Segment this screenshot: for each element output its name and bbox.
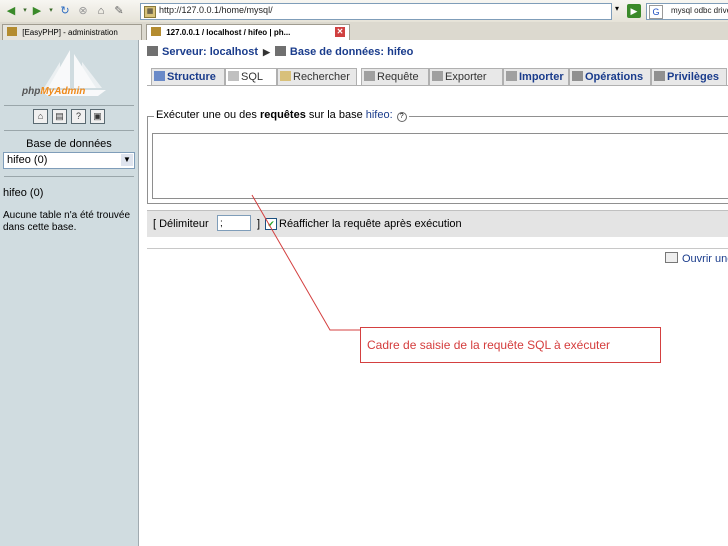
delimiter-label: [ Délimiteur — [153, 218, 209, 230]
breadcrumb-database[interactable]: Base de données: hifeo — [290, 46, 413, 58]
delimiter-close-bracket: ] — [257, 218, 261, 230]
tab-label: Requête — [377, 71, 419, 83]
annotation-callout: Cadre de saisie de la requête SQL à exéc… — [360, 327, 661, 363]
privileges-icon — [654, 71, 665, 81]
address-url: http://127.0.0.1/home/mysql/ — [159, 5, 273, 15]
browser-toolbar: ◀ ▾ ▶ ▾ ↻ ⊗ ⌂ ✎ ▦ http://127.0.0.1/home/… — [0, 0, 728, 23]
tab-label: Importer — [519, 71, 564, 83]
content-frame: Serveur: localhost ▶ Base de données: hife… — [139, 40, 728, 546]
forward-dropdown-icon[interactable]: ▾ — [44, 4, 58, 18]
search-bar[interactable]: G mysql odbc driver — [646, 3, 728, 20]
sql-icon — [228, 71, 239, 81]
close-tab-icon[interactable]: ✕ — [335, 27, 345, 37]
browser-tab-label: [EasyPHP] - administration — [22, 28, 118, 37]
legend-bold: requêtes — [259, 109, 306, 121]
search-icon — [280, 71, 291, 81]
open-link-label: Ouvrir une — [682, 253, 728, 265]
go-button[interactable]: ▶ — [627, 4, 641, 18]
logo-myadmin: MyAdmin — [40, 86, 86, 97]
window-icon — [665, 252, 678, 263]
tools-icon[interactable]: ✎ — [112, 4, 126, 18]
browser-tab-phpmyadmin[interactable]: 127.0.0.1 / localhost / hifeo | ph... ✕ — [146, 24, 350, 40]
wrench-icon — [572, 71, 583, 81]
logo-php: php — [22, 86, 41, 97]
export-icon — [432, 71, 443, 81]
open-query-window-link[interactable]: Ouvrir une — [665, 252, 728, 265]
legend-text: sur la base — [305, 109, 366, 121]
tab-label: SQL — [241, 71, 264, 83]
navigation-frame: phpMyAdmin ⌂ ▤ ? ▣ Base de données hifeo… — [0, 40, 139, 546]
redisplay-checkbox[interactable]: ✔ — [265, 218, 277, 230]
query-window-icon[interactable]: ▤ — [52, 109, 67, 124]
legend-database-link[interactable]: hifeo: — [366, 109, 393, 121]
tab-favicon-icon — [151, 27, 161, 36]
phpmyadmin-logo-text: phpMyAdmin — [22, 86, 85, 97]
tab-operations[interactable]: Opérations — [569, 68, 651, 86]
tab-requete[interactable]: Requête — [361, 68, 429, 86]
browser-tab-bar: [EasyPHP] - administration 127.0.0.1 / l… — [0, 22, 728, 41]
sql-doc-icon[interactable]: ▣ — [90, 109, 105, 124]
tab-label: Exporter — [445, 71, 487, 83]
delimiter-input[interactable]: ; — [217, 215, 251, 231]
sql-query-legend: Exécuter une ou des requêtes sur la base… — [154, 109, 409, 122]
tab-label: Rechercher — [293, 71, 350, 83]
chevron-down-icon[interactable]: ▼ — [121, 154, 133, 166]
tab-importer[interactable]: Importer — [503, 68, 569, 86]
reload-icon[interactable]: ↻ — [58, 4, 72, 18]
browser-tab-easyphp[interactable]: [EasyPHP] - administration — [2, 24, 142, 40]
search-query: mysql odbc driver — [671, 6, 728, 15]
database-label: Base de données — [26, 138, 112, 150]
breadcrumb: Serveur: localhost ▶ Base de données: hife… — [147, 46, 413, 58]
database-icon — [274, 46, 286, 56]
forward-icon[interactable]: ▶ — [30, 4, 44, 18]
divider — [147, 248, 728, 249]
query-icon — [364, 71, 375, 81]
address-bar[interactable]: ▦ http://127.0.0.1/home/mysql/ — [140, 3, 612, 20]
tab-sql[interactable]: SQL — [225, 68, 277, 86]
tab-favicon-icon — [7, 27, 17, 36]
redisplay-label[interactable]: Réafficher la requête après exécution — [279, 218, 462, 230]
page-favicon-icon: ▦ — [144, 6, 156, 18]
query-options-bar: [ Délimiteur ; ] ✔ Réafficher la requête… — [147, 210, 728, 237]
annotation-text: Cadre de saisie de la requête SQL à exéc… — [367, 338, 611, 352]
tab-rechercher[interactable]: Rechercher — [277, 68, 357, 86]
google-icon[interactable]: G — [649, 5, 663, 19]
tab-structure[interactable]: Structure — [151, 68, 225, 86]
no-table-message: Aucune table n'a été trouvée dans cette … — [3, 210, 131, 233]
documentation-icon[interactable]: ? — [71, 109, 86, 124]
back-icon[interactable]: ◀ — [4, 4, 18, 18]
stop-icon[interactable]: ⊗ — [76, 4, 90, 18]
breadcrumb-arrow-icon: ▶ — [262, 47, 270, 57]
import-icon — [506, 71, 517, 81]
tab-underline — [147, 85, 728, 86]
legend-text: Exécuter une ou des — [156, 109, 260, 121]
divider — [4, 105, 134, 106]
current-database-link[interactable]: hifeo (0) — [3, 187, 43, 199]
breadcrumb-server[interactable]: Serveur: localhost — [162, 46, 258, 58]
tab-label: Privilèges — [667, 71, 719, 83]
server-icon — [147, 46, 158, 56]
sql-query-fieldset: Exécuter une ou des requêtes sur la base… — [147, 109, 728, 204]
tab-label: Structure — [167, 71, 216, 83]
help-icon[interactable]: ? — [396, 112, 407, 122]
home-icon[interactable]: ⌂ — [33, 109, 48, 124]
divider — [4, 176, 134, 177]
address-dropdown-icon[interactable]: ▾ — [611, 4, 623, 18]
main-tabs: Structure SQL Rechercher Requête Exporte… — [147, 68, 728, 86]
divider — [4, 130, 134, 131]
sql-query-textarea[interactable] — [152, 133, 728, 199]
browser-tab-label: 127.0.0.1 / localhost / hifeo | ph... — [166, 28, 291, 37]
database-select-value: hifeo (0) — [7, 154, 48, 166]
tab-label: Opérations — [585, 71, 644, 83]
home-icon[interactable]: ⌂ — [94, 4, 108, 18]
tab-exporter[interactable]: Exporter — [429, 68, 503, 86]
structure-icon — [154, 71, 165, 81]
tab-privileges[interactable]: Privilèges — [651, 68, 727, 86]
database-select[interactable]: hifeo (0) ▼ — [3, 152, 135, 169]
